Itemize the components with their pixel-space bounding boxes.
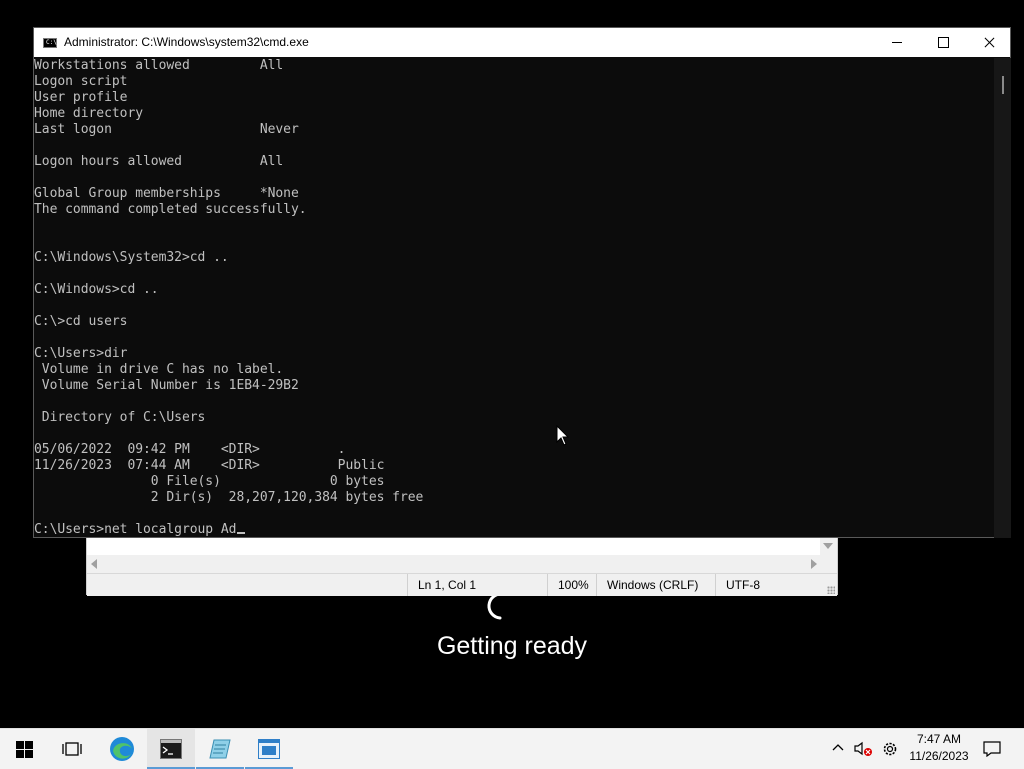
settings-button[interactable] bbox=[878, 729, 902, 769]
notification-icon bbox=[983, 741, 1001, 757]
notepad-window[interactable]: Ln 1, Col 1 100% Windows (CRLF) UTF-8 bbox=[86, 537, 838, 596]
taskbar: 7:47 AM 11/26/2023 bbox=[0, 728, 1024, 769]
notepad-text-area[interactable] bbox=[87, 537, 837, 555]
console-line: Workstations allowed All bbox=[34, 58, 284, 73]
edge-icon bbox=[110, 737, 134, 761]
status-position: Ln 1, Col 1 bbox=[407, 574, 547, 596]
volume-button[interactable] bbox=[850, 729, 874, 769]
console-input[interactable]: C:\Users>net localgroup Ad bbox=[34, 522, 237, 537]
console-line: Volume Serial Number is 1EB4-29B2 bbox=[34, 378, 299, 393]
chevron-up-icon bbox=[832, 744, 844, 751]
cmd-taskbar-icon bbox=[160, 739, 182, 759]
minimize-button[interactable] bbox=[874, 28, 920, 57]
clock-time: 7:47 AM bbox=[916, 732, 962, 746]
maximize-button[interactable] bbox=[920, 28, 966, 57]
title-bar[interactable]: C:\ Administrator: C:\Windows\system32\c… bbox=[34, 28, 1010, 57]
cmd-window[interactable]: C:\ Administrator: C:\Windows\system32\c… bbox=[33, 27, 1011, 538]
action-center-button[interactable] bbox=[980, 729, 1004, 769]
scroll-left-arrow-icon[interactable] bbox=[91, 559, 97, 569]
task-view-icon bbox=[62, 742, 82, 756]
windows-logo-icon bbox=[16, 741, 33, 758]
start-button[interactable] bbox=[0, 729, 48, 769]
close-button[interactable] bbox=[966, 28, 1012, 57]
getting-ready-text: Getting ready bbox=[436, 632, 588, 660]
status-zoom: 100% bbox=[547, 574, 597, 596]
console-line: 0 File(s) 0 bytes bbox=[34, 474, 385, 489]
console-line: C:\Windows>cd .. bbox=[34, 282, 159, 297]
scroll-corner bbox=[820, 555, 837, 572]
cmd-app-icon: C:\ bbox=[43, 38, 57, 48]
status-encoding: UTF-8 bbox=[715, 574, 825, 596]
console-line: 05/06/2022 09:42 PM <DIR> . bbox=[34, 442, 346, 457]
console-line: Directory of C:\Users bbox=[34, 410, 206, 425]
console-vertical-scrollbar[interactable] bbox=[994, 58, 1011, 538]
scrollbar-thumb[interactable] bbox=[1002, 76, 1004, 94]
edge-taskbar-button[interactable] bbox=[98, 729, 146, 769]
console-line: Home directory bbox=[34, 106, 144, 121]
console-line: Logon script bbox=[34, 74, 128, 89]
console-output[interactable]: Workstations allowed All Logon script Us… bbox=[34, 58, 994, 538]
resize-grip-icon[interactable] bbox=[827, 586, 835, 594]
scroll-down-arrow-icon[interactable] bbox=[823, 543, 833, 549]
console-line: C:\Windows\System32>cd .. bbox=[34, 250, 229, 265]
status-line-ending: Windows (CRLF) bbox=[596, 574, 721, 596]
notepad-horizontal-scrollbar[interactable] bbox=[87, 555, 820, 572]
app-window-taskbar-button[interactable] bbox=[245, 729, 293, 769]
console-line: C:\Users>dir bbox=[34, 346, 128, 361]
console-line: 11/26/2023 07:44 AM <DIR> Public bbox=[34, 458, 385, 473]
console-line: Logon hours allowed All bbox=[34, 154, 284, 169]
app-window-icon bbox=[258, 739, 280, 759]
console-line: The command completed successfully. bbox=[34, 202, 307, 217]
clock[interactable]: 7:47 AM 11/26/2023 bbox=[900, 731, 978, 765]
cmd-app-icon-text: C:\ bbox=[46, 39, 57, 46]
console-line: Last logon Never bbox=[34, 122, 299, 137]
console-line: C:\>cd users bbox=[34, 314, 128, 329]
notepad-taskbar-button[interactable] bbox=[196, 729, 244, 769]
console-line: User profile bbox=[34, 90, 128, 105]
task-view-button[interactable] bbox=[48, 729, 96, 769]
window-title: Administrator: C:\Windows\system32\cmd.e… bbox=[64, 35, 309, 49]
console-line: 2 Dir(s) 28,207,120,384 bytes free bbox=[34, 490, 424, 505]
clock-date: 11/26/2023 bbox=[909, 749, 969, 763]
notepad-like-icon bbox=[209, 739, 231, 759]
notepad-status-bar: Ln 1, Col 1 100% Windows (CRLF) UTF-8 bbox=[87, 573, 837, 596]
console-prompt-line[interactable]: C:\Users>net localgroup Ad bbox=[34, 522, 246, 538]
console-line: Volume in drive C has no label. bbox=[34, 362, 284, 377]
show-hidden-icons-button[interactable] bbox=[828, 729, 848, 769]
speaker-muted-icon bbox=[854, 741, 872, 756]
notepad-vertical-scrollbar[interactable] bbox=[820, 537, 837, 555]
mouse-pointer-icon bbox=[556, 425, 570, 446]
scroll-right-arrow-icon[interactable] bbox=[811, 559, 817, 569]
text-cursor bbox=[237, 532, 246, 534]
console-line: Global Group memberships *None bbox=[34, 186, 299, 201]
gear-icon bbox=[883, 742, 897, 756]
cmd-taskbar-button[interactable] bbox=[147, 729, 195, 769]
